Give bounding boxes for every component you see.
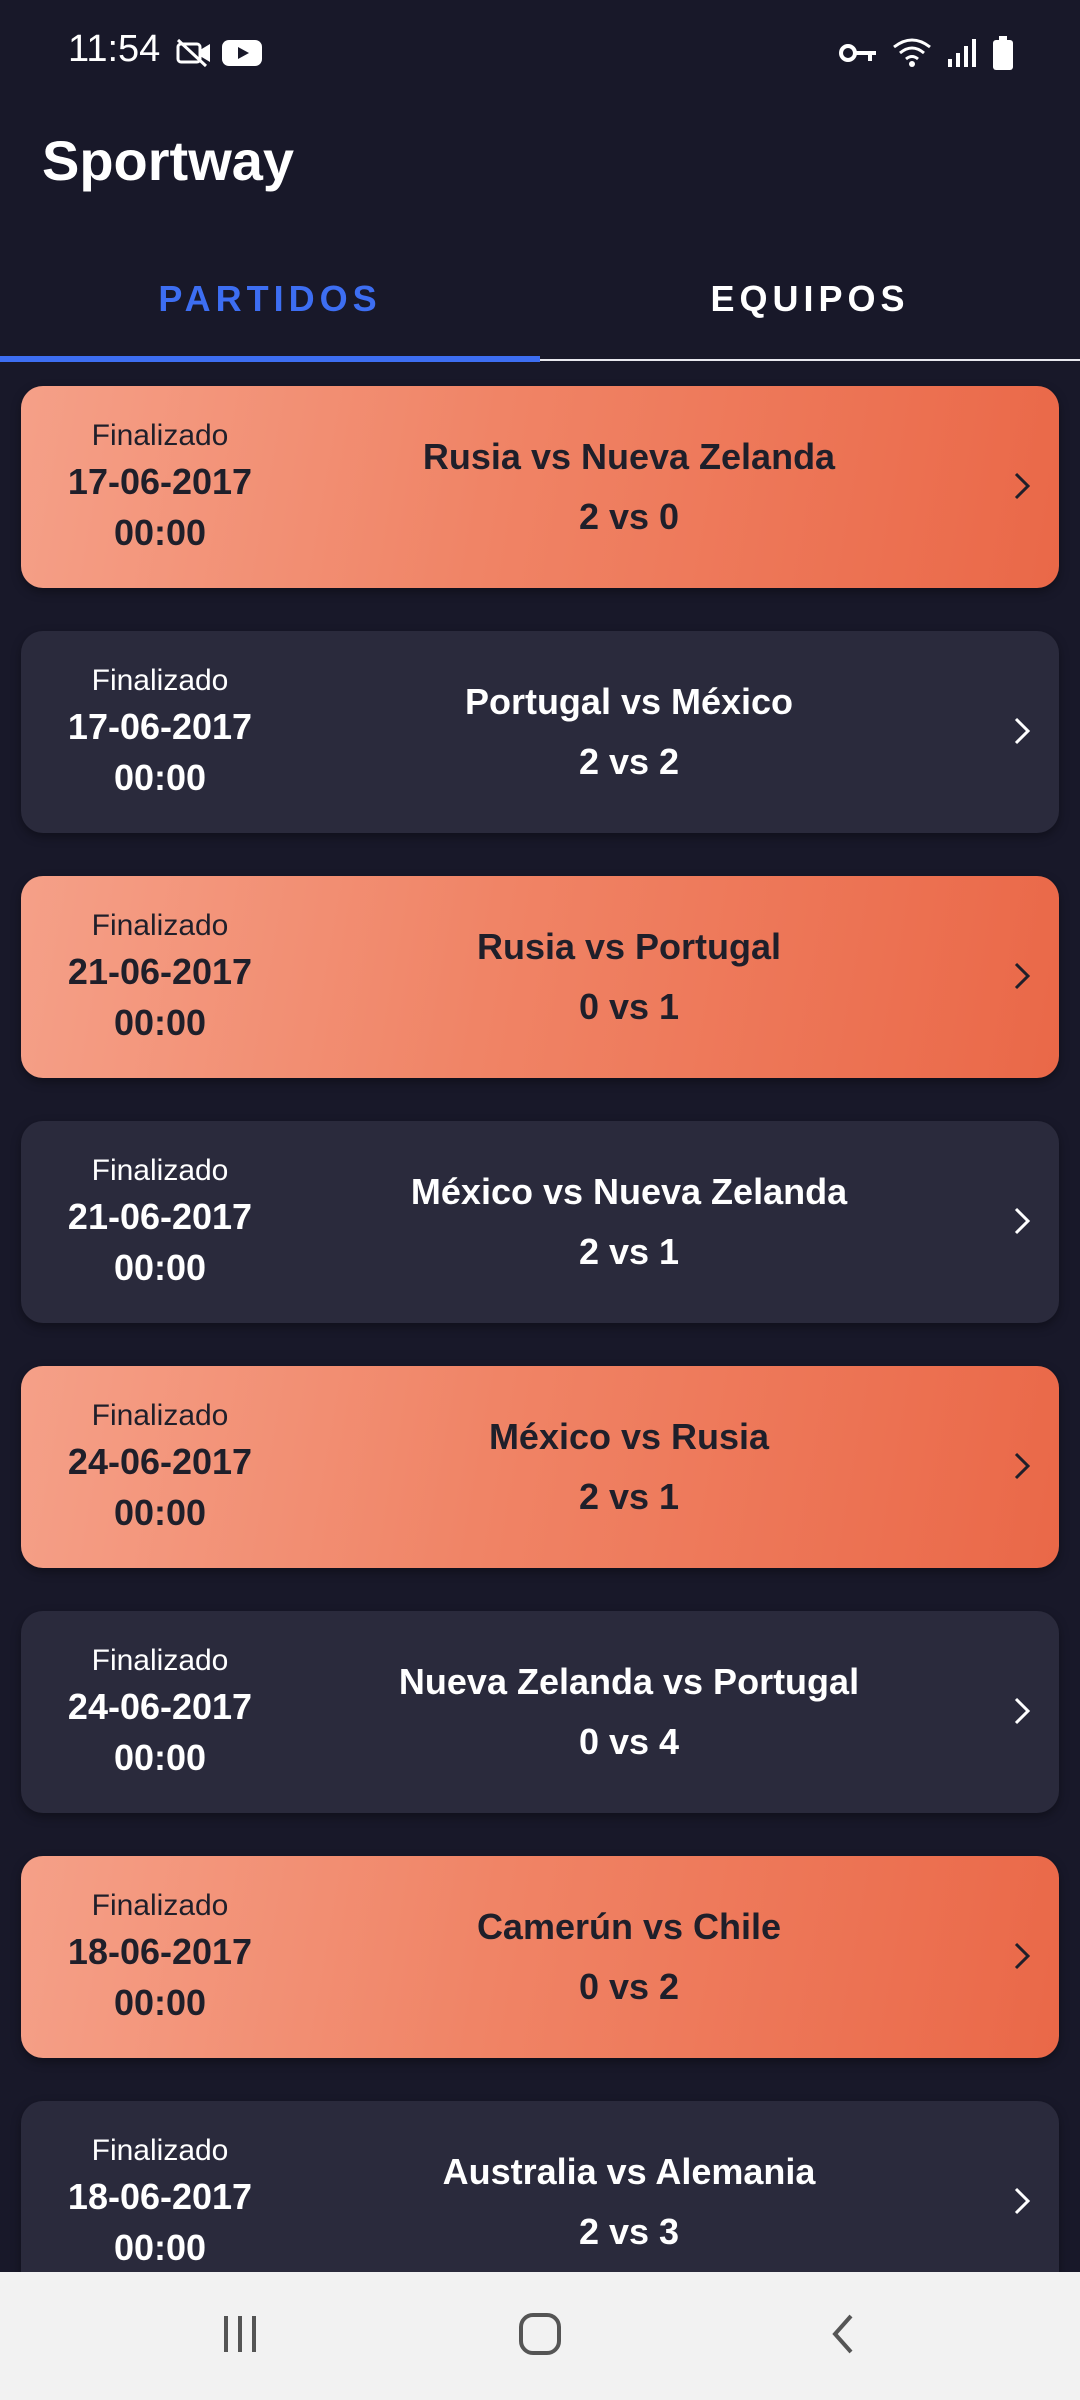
- match-date: 21-06-2017: [67, 951, 253, 992]
- match-status: Finalizado: [91, 2134, 229, 2167]
- match-score: 2 vs 3: [578, 2211, 680, 2252]
- match-time: 00:00: [113, 1002, 207, 1043]
- match-info: Australia vs Alemania 2 vs 3: [299, 2101, 959, 2272]
- match-time: 00:00: [113, 1737, 207, 1778]
- match-score: 2 vs 1: [578, 1476, 680, 1517]
- chevron-right-icon: [1001, 956, 1041, 996]
- status-bar: 11:54: [0, 0, 1080, 110]
- match-time: 00:00: [113, 1492, 207, 1533]
- chevron-right-icon: [1001, 1691, 1041, 1731]
- match-score: 2 vs 2: [578, 741, 680, 782]
- match-status: Finalizado: [91, 664, 229, 697]
- match-date: 18-06-2017: [67, 1931, 253, 1972]
- match-meta: Finalizado 21-06-2017 00:00: [21, 1121, 299, 1323]
- chevron-right-icon: [1001, 1936, 1041, 1976]
- match-time: 00:00: [113, 512, 207, 553]
- match-teams: Portugal vs México: [464, 681, 794, 722]
- chevron-right-icon: [1001, 711, 1041, 751]
- match-teams: Nueva Zelanda vs Portugal: [398, 1661, 860, 1702]
- back-icon: [823, 2312, 867, 2361]
- wifi-icon: [892, 37, 932, 74]
- tab-equipos[interactable]: EQUIPOS: [540, 240, 1080, 358]
- match-date: 17-06-2017: [67, 461, 253, 502]
- match-card[interactable]: Finalizado 17-06-2017 00:00 Portugal vs …: [21, 631, 1059, 833]
- match-score: 0 vs 4: [578, 1721, 680, 1762]
- match-teams: Camerún vs Chile: [476, 1906, 782, 1947]
- tab-partidos[interactable]: PARTIDOS: [0, 240, 540, 358]
- match-date: 24-06-2017: [67, 1686, 253, 1727]
- match-status: Finalizado: [91, 1154, 229, 1187]
- tab-divider: [540, 359, 1080, 361]
- match-info: México vs Rusia 2 vs 1: [299, 1366, 959, 1568]
- home-button[interactable]: [480, 2272, 600, 2400]
- match-status: Finalizado: [91, 1644, 229, 1677]
- battery-icon: [992, 36, 1014, 75]
- match-status: Finalizado: [91, 1889, 229, 1922]
- back-button[interactable]: [785, 2272, 905, 2400]
- status-right-icons: [838, 36, 1014, 75]
- match-card[interactable]: Finalizado 24-06-2017 00:00 México vs Ru…: [21, 1366, 1059, 1568]
- tab-bar: PARTIDOS EQUIPOS: [0, 240, 1080, 362]
- status-time: 11:54: [68, 28, 161, 70]
- match-info: Portugal vs México 2 vs 2: [299, 631, 959, 833]
- match-info: Camerún vs Chile 0 vs 2: [299, 1856, 959, 2058]
- chevron-right-icon: [1001, 466, 1041, 506]
- match-date: 24-06-2017: [67, 1441, 253, 1482]
- match-score: 2 vs 1: [578, 1231, 680, 1272]
- match-status: Finalizado: [91, 1399, 229, 1432]
- match-meta: Finalizado 24-06-2017 00:00: [21, 1611, 299, 1813]
- match-score: 2 vs 0: [578, 496, 680, 537]
- match-card[interactable]: Finalizado 21-06-2017 00:00 Rusia vs Por…: [21, 876, 1059, 1078]
- match-date: 18-06-2017: [67, 2176, 253, 2217]
- match-meta: Finalizado 21-06-2017 00:00: [21, 876, 299, 1078]
- chevron-right-icon: [1001, 1201, 1041, 1241]
- match-status: Finalizado: [91, 419, 229, 452]
- match-time: 00:00: [113, 1247, 207, 1288]
- match-status: Finalizado: [91, 909, 229, 942]
- match-date: 21-06-2017: [67, 1196, 253, 1237]
- chevron-right-icon: [1001, 1446, 1041, 1486]
- match-card[interactable]: Finalizado 18-06-2017 00:00 Camerún vs C…: [21, 1856, 1059, 2058]
- match-meta: Finalizado 24-06-2017 00:00: [21, 1366, 299, 1568]
- youtube-icon: [222, 38, 262, 73]
- status-left-icons: [176, 38, 262, 73]
- match-info: Rusia vs Nueva Zelanda 2 vs 0: [299, 386, 959, 588]
- match-teams: Rusia vs Portugal: [476, 926, 782, 967]
- match-info: México vs Nueva Zelanda 2 vs 1: [299, 1121, 959, 1323]
- app-title: Sportway: [42, 129, 295, 192]
- home-icon: [517, 2311, 563, 2362]
- recent-apps-icon: [218, 2312, 262, 2361]
- chevron-right-icon: [1001, 2181, 1041, 2221]
- match-teams: Australia vs Alemania: [442, 2151, 816, 2192]
- match-card[interactable]: Finalizado 21-06-2017 00:00 México vs Nu…: [21, 1121, 1059, 1323]
- match-info: Nueva Zelanda vs Portugal 0 vs 4: [299, 1611, 959, 1813]
- match-meta: Finalizado 18-06-2017 00:00: [21, 1856, 299, 2058]
- match-date: 17-06-2017: [67, 706, 253, 747]
- match-time: 00:00: [113, 1982, 207, 2023]
- match-info: Rusia vs Portugal 0 vs 1: [299, 876, 959, 1078]
- match-card[interactable]: Finalizado 24-06-2017 00:00 Nueva Zeland…: [21, 1611, 1059, 1813]
- vpn-key-icon: [838, 40, 878, 71]
- match-meta: Finalizado 17-06-2017 00:00: [21, 631, 299, 833]
- camera-off-icon: [176, 38, 212, 73]
- signal-icon: [946, 37, 978, 74]
- match-card[interactable]: Finalizado 17-06-2017 00:00 Rusia vs Nue…: [21, 386, 1059, 588]
- match-teams: México vs Rusia: [488, 1416, 770, 1457]
- match-card[interactable]: Finalizado 18-06-2017 00:00 Australia vs…: [21, 2101, 1059, 2272]
- match-list[interactable]: Finalizado 17-06-2017 00:00 Rusia vs Nue…: [0, 362, 1080, 2272]
- match-time: 00:00: [113, 2227, 207, 2268]
- match-meta: Finalizado 17-06-2017 00:00: [21, 386, 299, 588]
- match-teams: México vs Nueva Zelanda: [410, 1171, 848, 1212]
- match-time: 00:00: [113, 757, 207, 798]
- match-meta: Finalizado 18-06-2017 00:00: [21, 2101, 299, 2272]
- recent-apps-button[interactable]: [180, 2272, 300, 2400]
- system-nav-bar: [0, 2272, 1080, 2400]
- match-score: 0 vs 2: [578, 1966, 680, 2007]
- match-score: 0 vs 1: [578, 986, 680, 1027]
- match-teams: Rusia vs Nueva Zelanda: [422, 436, 836, 477]
